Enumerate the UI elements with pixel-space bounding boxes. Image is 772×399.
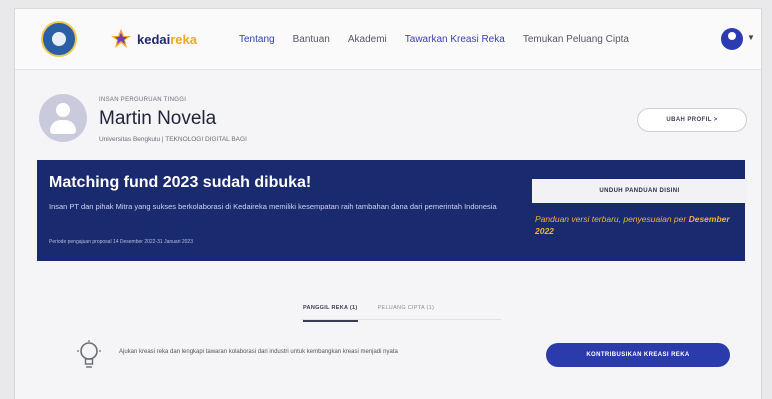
brand-name: kedaireka <box>137 31 197 47</box>
browser-frame: kedaireka Tentang Bantuan Akademi Tawark… <box>14 8 762 399</box>
profile-section: INSAN PERGURUAN TINGGI Martin Novela Uni… <box>39 94 747 154</box>
nav-item-tawarkan-kreasi-reka[interactable]: Tawarkan Kreasi Reka <box>405 34 505 45</box>
nav-item-akademi[interactable]: Akademi <box>348 34 387 45</box>
top-navbar: kedaireka Tentang Bantuan Akademi Tawark… <box>15 9 761 70</box>
banner-guide-note: Panduan versi terbaru, penyesuaian per D… <box>535 214 730 236</box>
tab-panggil-reka[interactable]: PANGGIL REKA (1) <box>303 305 358 322</box>
banner-title: Matching fund 2023 sudah dibuka! <box>49 174 312 191</box>
kedaireka-star-icon <box>111 29 131 48</box>
chevron-down-icon[interactable]: ▼ <box>747 33 755 42</box>
tab-peluang-cipta[interactable]: PELUANG CIPTA (1) <box>378 305 435 322</box>
nav-item-tentang[interactable]: Tentang <box>239 34 275 45</box>
profile-avatar-icon <box>39 94 87 142</box>
profile-name: Martin Novela <box>99 108 217 129</box>
contribute-kreasi-button[interactable]: KONTRIBUSIKAN KREASI REKA <box>546 343 730 367</box>
profile-university: Universitas Bengkulu | TEKNOLOGI DIGITAL… <box>99 136 247 143</box>
profile-role: INSAN PERGURUAN TINGGI <box>99 97 187 103</box>
matching-fund-banner: Matching fund 2023 sudah dibuka! Insan P… <box>37 160 747 261</box>
edit-profile-button[interactable]: UBAH PROFIL > <box>637 108 747 132</box>
nav-item-temukan-peluang-cipta[interactable]: Temukan Peluang Cipta <box>523 34 629 45</box>
banner-description: Insan PT dan pihak Mitra yang sukses ber… <box>49 202 497 211</box>
nav-item-bantuan[interactable]: Bantuan <box>293 34 330 45</box>
user-avatar-icon[interactable] <box>721 28 743 50</box>
kemdikbud-logo-icon[interactable] <box>41 21 77 57</box>
download-guide-button[interactable]: UNDUH PANDUAN DISINI <box>532 179 747 203</box>
kedaireka-logo[interactable]: kedaireka <box>109 27 197 51</box>
banner-period: Periode pengajuan proposal 14 Desember 2… <box>49 239 193 245</box>
main-nav: Tentang Bantuan Akademi Tawarkan Kreasi … <box>239 34 647 45</box>
tabs: PANGGIL REKA (1) PELUANG CIPTA (1) <box>303 305 454 322</box>
lightbulb-icon <box>77 340 101 368</box>
submission-prompt: Ajukan kreasi reka dan lengkapi tawaran … <box>119 349 398 355</box>
